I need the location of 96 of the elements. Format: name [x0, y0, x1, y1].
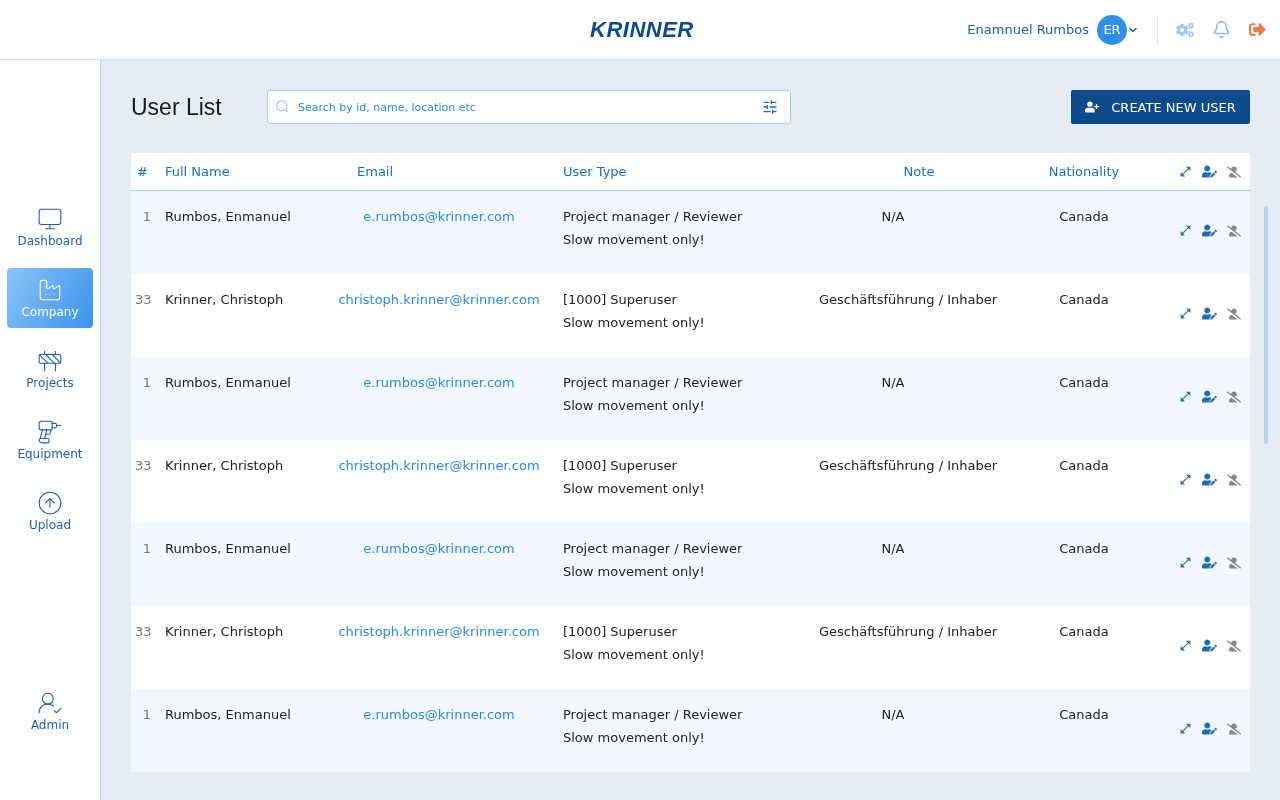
- disable-user-icon[interactable]: [1227, 472, 1241, 487]
- table-cell-text: Rumbos, Enmanuel: [164, 541, 292, 556]
- disable-user-icon[interactable]: [1227, 306, 1241, 321]
- filter-icon[interactable]: [762, 99, 778, 115]
- table-cell-text: Geschäftsführung / Inhaber: [819, 458, 999, 473]
- expand-icon[interactable]: [1179, 722, 1192, 735]
- table-cell-text: Canada: [1058, 292, 1110, 307]
- create-user-button[interactable]: CREATE NEW USER: [1071, 90, 1250, 124]
- table-cell-text: Canada: [1058, 458, 1110, 473]
- table-cell-text: Rumbos, Enmanuel: [164, 209, 292, 224]
- expand-icon[interactable]: [1179, 639, 1192, 652]
- table-cell-text: 33: [134, 624, 153, 639]
- table-cell-text: Canada: [1058, 375, 1110, 390]
- edit-user-icon[interactable]: [1202, 223, 1217, 238]
- edit-user-icon[interactable]: [1202, 555, 1217, 570]
- edit-user-icon[interactable]: [1202, 389, 1217, 404]
- sidebar-item[interactable]: Admin: [7, 681, 93, 741]
- expand-icon[interactable]: [1179, 165, 1192, 178]
- table-cell-text: N/A: [880, 209, 906, 224]
- table-cell-text: [1000] Superuser: [562, 624, 678, 639]
- sidebar-item[interactable]: Upload: [7, 481, 93, 541]
- column-header[interactable]: Email: [321, 164, 557, 179]
- email-link[interactable]: e.rumbos@krinner.com: [363, 541, 515, 556]
- expand-icon[interactable]: [1179, 473, 1192, 486]
- email-link[interactable]: christoph.krinner@krinner.com: [338, 458, 540, 473]
- email-link[interactable]: christoph.krinner@krinner.com: [338, 292, 540, 307]
- logout-icon[interactable]: [1249, 21, 1266, 38]
- table-cell-text: Canada: [1058, 707, 1110, 722]
- table-cell-text: 1: [141, 707, 152, 722]
- sidebar-item[interactable]: Dashboard: [7, 197, 93, 257]
- edit-user-icon[interactable]: [1202, 472, 1217, 487]
- column-header[interactable]: #: [131, 164, 161, 179]
- table-cell-text: Krinner, Christoph: [164, 292, 285, 307]
- logo: KRINNER: [590, 17, 694, 43]
- edit-user-icon[interactable]: [1202, 721, 1217, 736]
- table-cell-text: Project manager / Reviewer: [562, 707, 744, 722]
- table-cell-text: Canada: [1058, 541, 1110, 556]
- disable-user-icon[interactable]: [1227, 721, 1241, 736]
- edit-user-icon[interactable]: [1202, 638, 1217, 653]
- disable-user-icon[interactable]: [1227, 223, 1241, 238]
- table-cell-text: Canada: [1058, 209, 1110, 224]
- table-cell-text: [1000] Superuser: [562, 458, 678, 473]
- page-title: User List: [131, 93, 223, 121]
- table-cell-text: Krinner, Christoph: [164, 458, 285, 473]
- table-cell-text: Slow movement only!: [562, 232, 706, 247]
- disable-user-icon[interactable]: [1227, 555, 1241, 570]
- email-link[interactable]: e.rumbos@krinner.com: [363, 209, 515, 224]
- table-cell-text: N/A: [880, 375, 906, 390]
- sidebar-item[interactable]: Equipment: [7, 410, 93, 470]
- column-header[interactable]: Nationality: [1019, 164, 1149, 179]
- table-cell-text: Rumbos, Enmanuel: [164, 707, 292, 722]
- column-header[interactable]: User Type: [557, 164, 819, 179]
- table-cell-text: Slow movement only!: [562, 730, 706, 745]
- table-cell-text: Rumbos, Enmanuel: [164, 375, 292, 390]
- table-cell-text: Slow movement only!: [562, 564, 706, 579]
- table-cell-text: 33: [134, 292, 153, 307]
- table-cell-text: Geschäftsführung / Inhaber: [819, 624, 999, 639]
- column-header[interactable]: Note: [819, 164, 1019, 179]
- table-cell-text: N/A: [880, 707, 906, 722]
- table-cell-text: Project manager / Reviewer: [562, 375, 744, 390]
- expand-icon[interactable]: [1179, 390, 1192, 403]
- table-cell-text: Project manager / Reviewer: [562, 541, 744, 556]
- table-cell-text: N/A: [880, 541, 906, 556]
- disable-user-icon[interactable]: [1227, 389, 1241, 404]
- expand-icon[interactable]: [1179, 224, 1192, 237]
- disable-user-icon[interactable]: [1227, 638, 1241, 653]
- edit-user-icon[interactable]: [1202, 306, 1217, 321]
- search-field[interactable]: Search by id, name, location etc: [267, 90, 791, 124]
- table-cell-text: Project manager / Reviewer: [562, 209, 744, 224]
- expand-icon[interactable]: [1179, 556, 1192, 569]
- sidebar-item[interactable]: Projects: [7, 339, 93, 399]
- table-cell-text: Slow movement only!: [562, 315, 706, 330]
- table-cell-text: [1000] Superuser: [562, 292, 678, 307]
- table-cell-text: Krinner, Christoph: [164, 624, 285, 639]
- table-cell-text: 1: [141, 375, 152, 390]
- table-cell-text: Slow movement only!: [562, 647, 706, 662]
- upload-icon: [37, 490, 63, 516]
- scrollbar[interactable]: [1264, 206, 1268, 444]
- disable-user-icon[interactable]: [1227, 164, 1241, 179]
- user-name[interactable]: Enamnuel Rumbos: [967, 22, 1089, 37]
- add-user-icon: [1085, 100, 1100, 114]
- search-icon: [275, 99, 290, 114]
- table-cell-text: Geschäftsführung / Inhaber: [819, 292, 999, 307]
- email-link[interactable]: e.rumbos@krinner.com: [363, 375, 515, 390]
- email-link[interactable]: e.rumbos@krinner.com: [363, 707, 515, 722]
- table-cell-text: 1: [141, 541, 152, 556]
- edit-user-icon[interactable]: [1202, 164, 1217, 179]
- table-cell-text: 1: [141, 209, 152, 224]
- expand-icon[interactable]: [1179, 307, 1192, 320]
- column-header[interactable]: Full Name: [161, 164, 321, 179]
- avatar[interactable]: ER: [1097, 14, 1127, 45]
- email-link[interactable]: christoph.krinner@krinner.com: [338, 624, 540, 639]
- table-cell-text: Slow movement only!: [562, 398, 706, 413]
- table-cell-text: Slow movement only!: [562, 481, 706, 496]
- table-cell-text: 33: [134, 458, 153, 473]
- table-cell-text: Canada: [1058, 624, 1110, 639]
